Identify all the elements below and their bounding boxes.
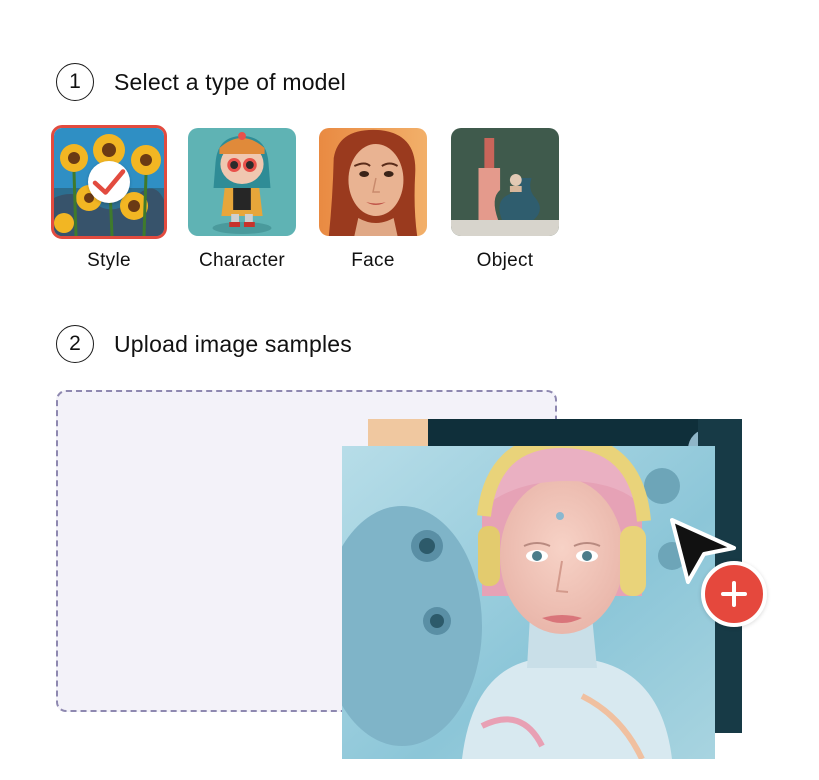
check-icon <box>88 161 130 203</box>
character-thumbnail <box>188 128 296 236</box>
step-1-number: 1 <box>56 63 94 101</box>
object-thumbnail <box>451 128 559 236</box>
model-type-label: Character <box>198 250 286 271</box>
face-thumbnail <box>319 128 427 236</box>
model-type-character[interactable]: Character <box>186 128 298 272</box>
sample-image-front <box>342 446 715 759</box>
model-type-label: Object <box>476 250 534 271</box>
step-2-title: Upload image samples <box>114 330 352 357</box>
add-image-button[interactable] <box>701 561 767 627</box>
step-1-header: 1 Select a type of model <box>56 61 346 103</box>
model-type-face[interactable]: Face <box>317 128 429 272</box>
model-type-style[interactable]: Style <box>51 125 167 272</box>
step-1-title: Select a type of model <box>114 68 346 95</box>
model-type-label: Face <box>351 250 395 271</box>
plus-icon <box>721 581 747 607</box>
model-type-object[interactable]: Object <box>449 128 561 272</box>
model-type-label: Style <box>87 250 131 271</box>
style-thumbnail <box>51 125 167 239</box>
step-2-number: 2 <box>56 325 94 363</box>
step-2-header: 2 Upload image samples <box>56 323 352 365</box>
